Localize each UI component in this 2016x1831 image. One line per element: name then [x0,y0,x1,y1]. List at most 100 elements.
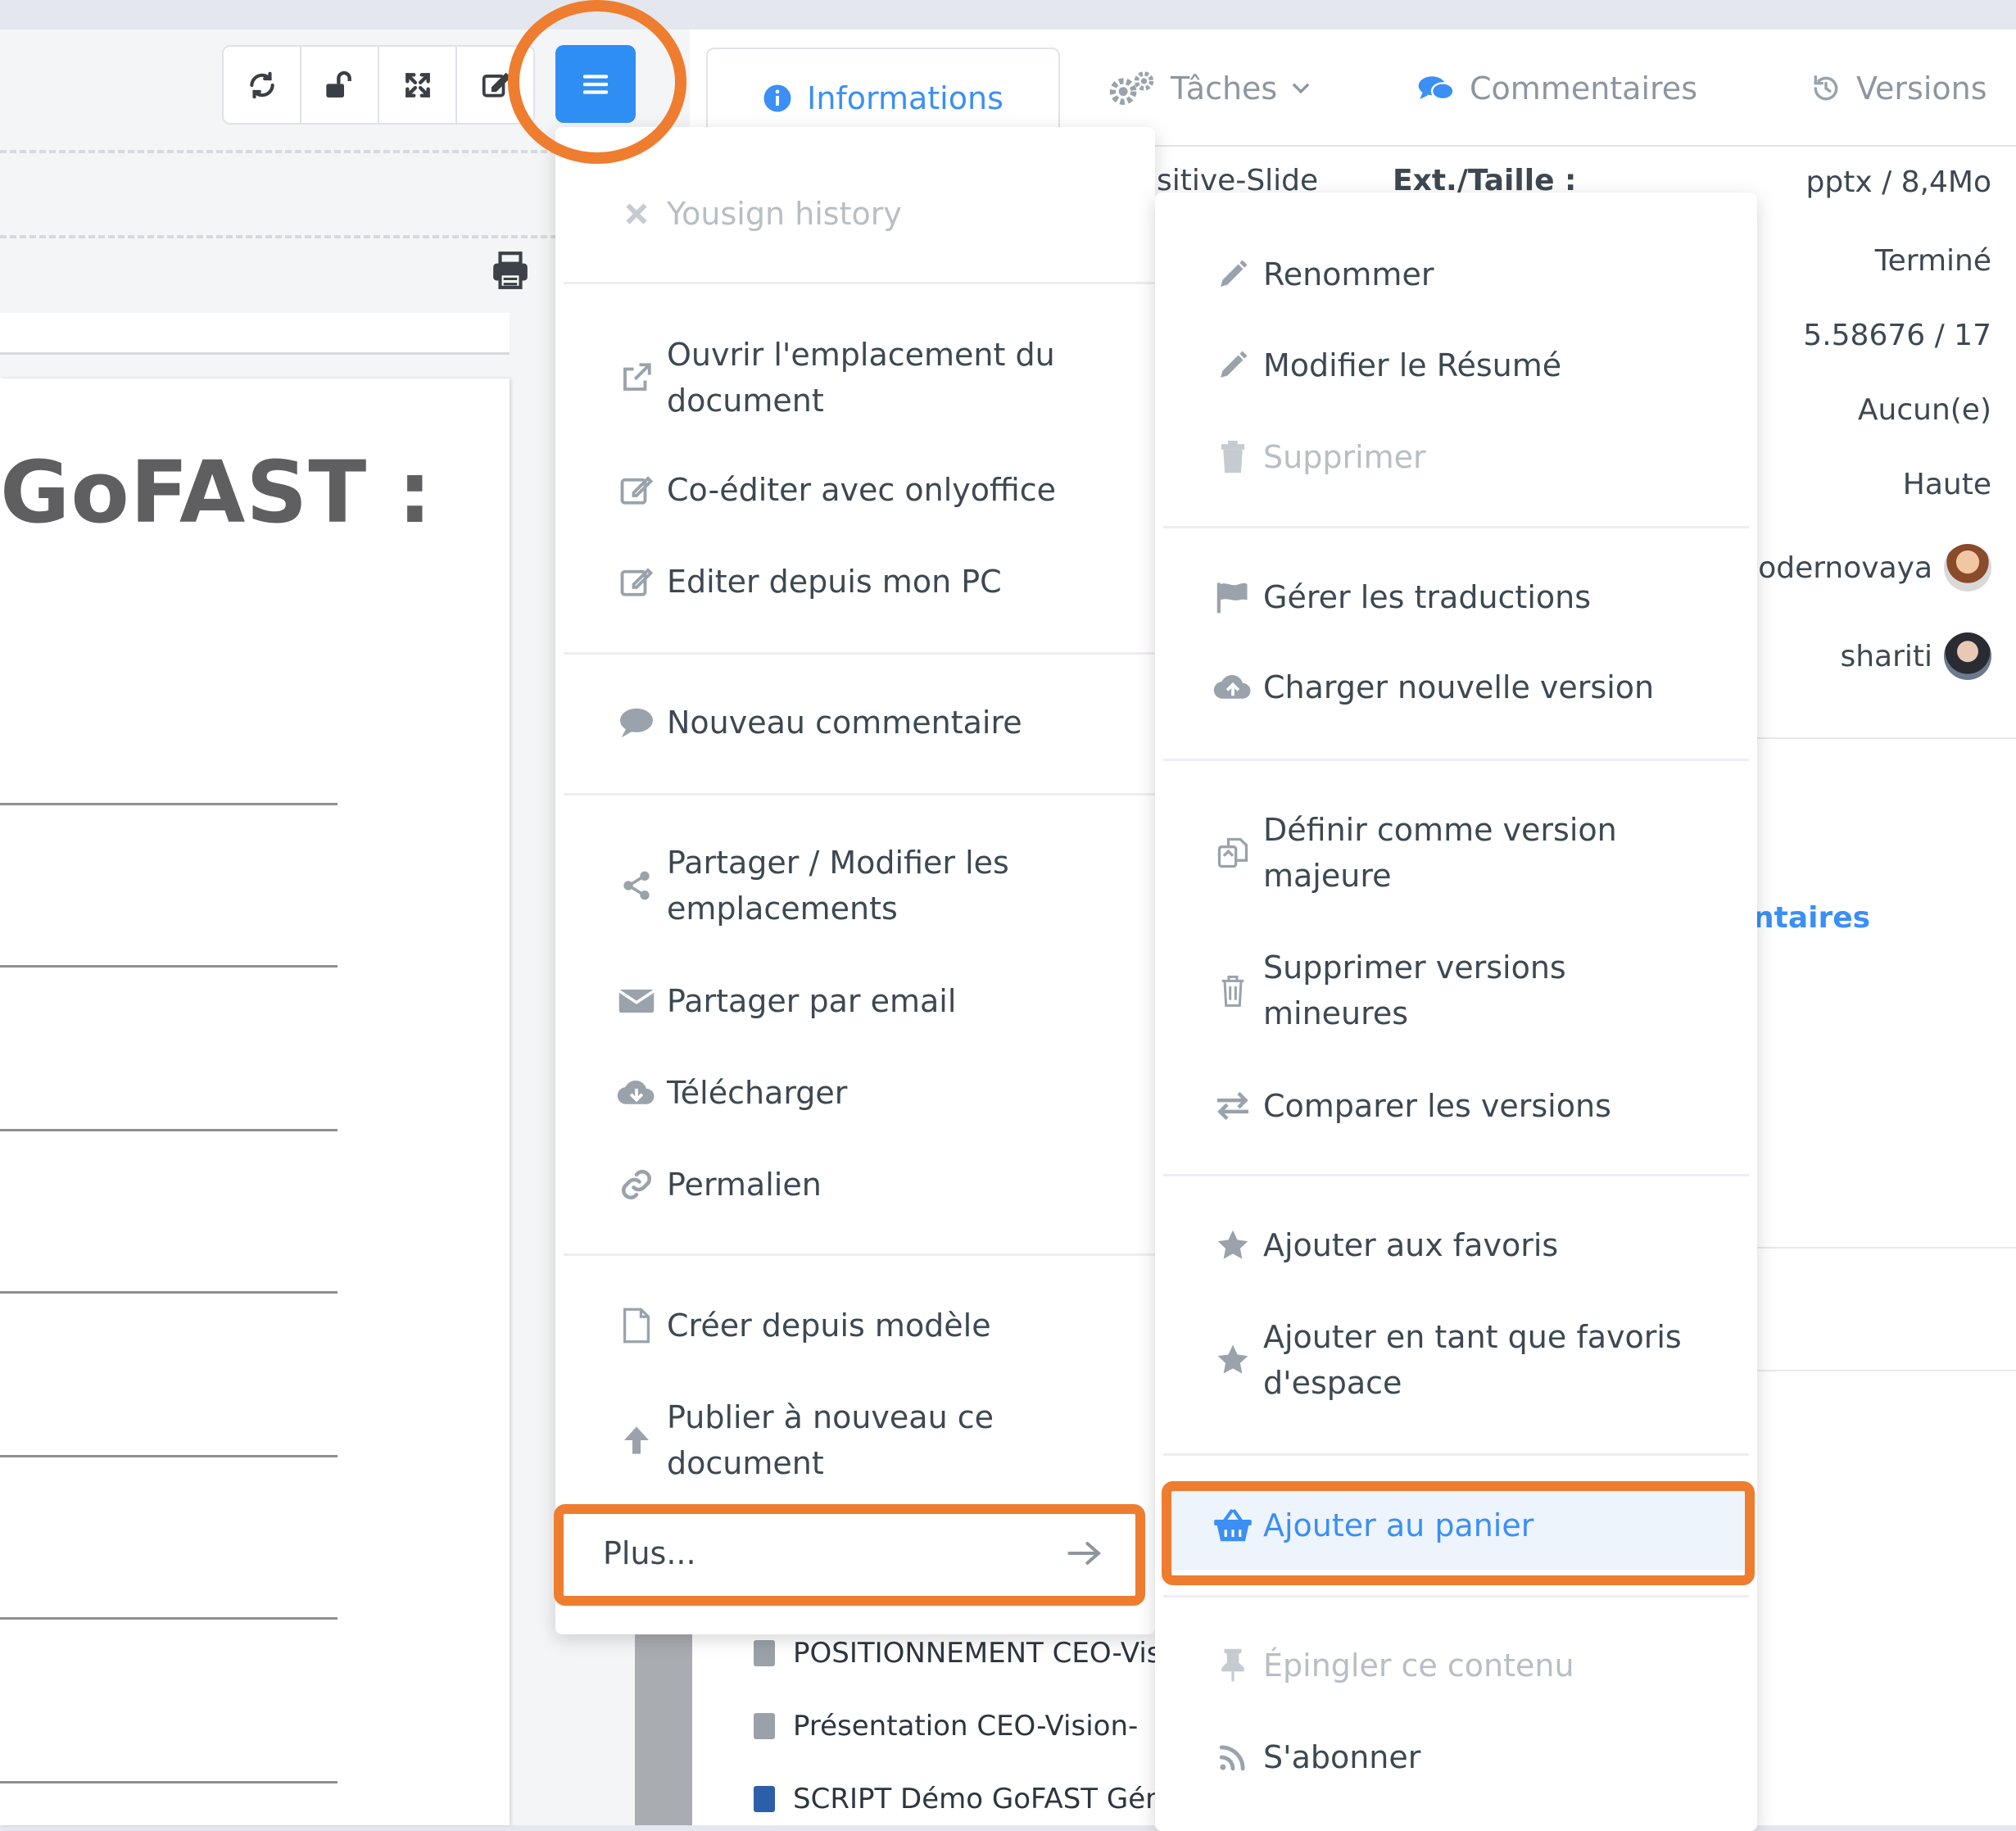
preview-toolbar [222,45,535,125]
comment-icon [620,708,653,738]
info-icon [763,84,791,111]
star-icon [1217,1344,1248,1374]
menu-item-edit-from-pc[interactable]: Editer depuis mon PC [616,559,1002,605]
menu-item-download[interactable]: Télécharger [616,1070,847,1116]
tab-versions-label: Versions [1856,70,1987,107]
form-line [0,1455,338,1457]
cloud-upload-icon [1213,674,1251,699]
history-icon [1814,75,1838,101]
file-item[interactable]: Présentation CEO-Vision- [754,1710,1138,1743]
star-icon [1217,1230,1248,1259]
print-icon[interactable] [490,250,539,291]
menu-item-delete-minor-versions[interactable]: Supprimer versions mineures [1212,945,1704,1036]
user-row-2[interactable]: shariti [1840,632,1991,680]
menu-item-set-major-version[interactable]: Définir comme version majeure [1212,807,1704,899]
edit-icon [620,476,654,505]
menu-item-permalink[interactable]: Permalien [616,1162,822,1208]
tab-commentaires-label: Commentaires [1470,70,1697,107]
form-line [0,1129,338,1131]
file-item[interactable]: SCRIPT Démo GoFAST Gén [754,1783,1163,1815]
arrow-up-icon [624,1426,649,1454]
previous-page [0,313,510,355]
menu-item-share-locations[interactable]: Partager / Modifier les emplacements [616,840,1108,931]
refresh-icon [249,71,274,98]
refresh-button[interactable] [224,47,301,123]
user-row-1[interactable]: odernovaya [1758,544,1991,591]
user-name: shariti [1840,639,1932,673]
tab-versions[interactable]: Versions [1810,48,1987,129]
flag-icon [1216,582,1248,614]
pencil-icon [1221,351,1248,378]
menu-item-subscribe[interactable]: S'abonner [1212,1734,1420,1780]
fullscreen-button[interactable] [379,47,457,123]
trash-icon [1221,975,1244,1007]
menu-separator [564,652,1155,655]
file-name: SCRIPT Démo GoFAST Gén [793,1783,1163,1815]
menu-item-rename[interactable]: Renommer [1212,252,1434,297]
menu-item-manage-translations[interactable]: Gérer les traductions [1212,574,1591,620]
menu-item-republish[interactable]: Publier à nouveau ce document [616,1394,1108,1486]
ext-size-value: pptx / 8,4Mo [1805,165,1991,199]
preview-dashed-area [0,150,557,238]
form-line [0,803,338,805]
menu-item-open-location[interactable]: Ouvrir l'emplacement du document [616,332,1108,424]
copy-icon [1217,837,1248,868]
unlock-button[interactable] [301,47,379,123]
link-icon [622,1170,651,1199]
form-line [0,965,338,968]
tab-commentaires[interactable]: Commentaires [1417,48,1697,129]
expand-icon [405,72,430,97]
menu-separator [1163,526,1749,528]
version-value: 5.58676 / 17 [1803,319,1991,352]
exchange-icon [1217,1091,1248,1121]
menu-item-add-space-favorites[interactable]: Ajouter en tant que favoris d'espace [1212,1314,1704,1406]
user-name: odernovaya [1758,551,1932,585]
file-item[interactable]: POSITIONNEMENT CEO-Vis [754,1637,1162,1670]
pencil-icon [1221,260,1248,287]
trash-icon [1221,441,1245,474]
comments-link[interactable]: ntaires [1753,901,1870,935]
menu-item-yousign-history[interactable]: Yousign history [616,191,902,237]
document-page [0,378,510,1825]
avatar [1944,544,1991,591]
menu-item-new-comment[interactable]: Nouveau commentaire [616,700,1022,746]
file-name: Présentation CEO-Vision- [793,1710,1139,1743]
close-icon [626,203,647,224]
menu-separator [564,282,1155,284]
rss-icon [1219,1745,1245,1771]
menu-item-add-favorites[interactable]: Ajouter aux favoris [1212,1222,1558,1268]
tab-taches-label: Tâches [1171,70,1278,107]
external-link-icon [623,363,651,391]
menu-item-delete[interactable]: Supprimer [1212,434,1426,480]
menu-separator [1163,1174,1749,1176]
menu-item-edit-summary[interactable]: Modifier le Résumé [1212,342,1561,388]
share-icon [623,871,650,900]
menu-separator [1163,1453,1749,1456]
divider [1757,737,2016,739]
menu-separator [564,793,1155,795]
comments-icon [1418,76,1455,101]
gears-icon [1109,71,1154,105]
unlock-icon [325,70,351,97]
edit-icon [482,72,511,97]
menu-item-share-email[interactable]: Partager par email [616,978,956,1024]
envelope-icon [618,989,655,1013]
highlight-plus [554,1504,1145,1606]
scroll-shadow [635,1618,692,1825]
form-line [0,1291,338,1294]
file-icon [623,1308,650,1344]
status-value: Terminé [1874,244,1991,278]
menu-item-create-from-template[interactable]: Créer depuis modèle [616,1303,991,1348]
file-icon [754,1640,775,1666]
form-line [0,1781,338,1783]
divider [1757,1247,2016,1249]
tab-taches[interactable]: Tâches [1108,48,1312,129]
menu-item-coedit-onlyoffice[interactable]: Co-éditer avec onlyoffice [616,467,1056,513]
menu-item-pin-content[interactable]: Épingler ce contenu [1212,1643,1574,1688]
menu-item-compare-versions[interactable]: Comparer les versions [1212,1083,1611,1129]
menu-separator [1163,759,1749,761]
file-icon [754,1713,775,1739]
none-value: Aucun(e) [1857,393,1991,427]
menu-item-upload-new-version[interactable]: Charger nouvelle version [1212,664,1654,710]
document-title: GoFAST : [0,442,433,542]
